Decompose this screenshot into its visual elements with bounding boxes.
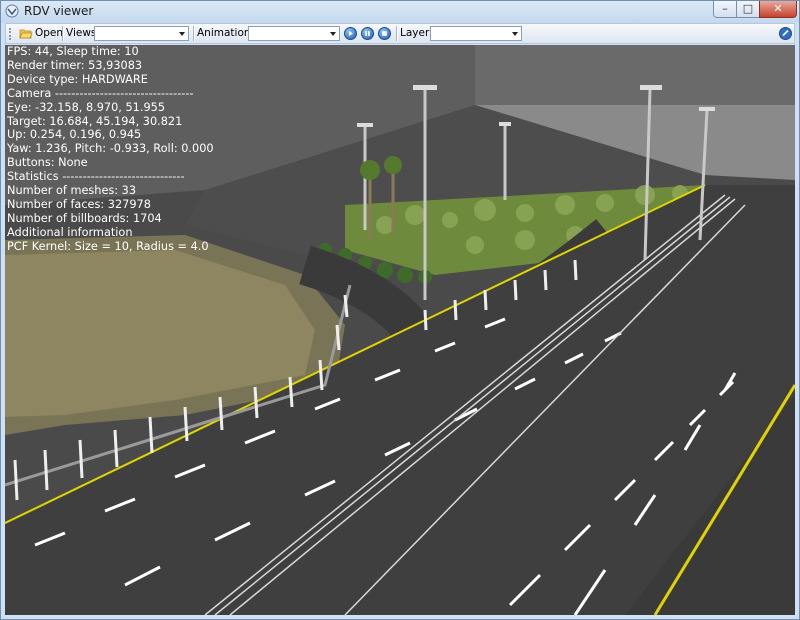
overlay-line-faces: Number of faces: 327978	[7, 197, 151, 211]
views-dropdown[interactable]	[94, 26, 189, 41]
chevron-down-icon	[512, 32, 518, 36]
open-button[interactable]: Open	[35, 27, 63, 39]
overlay-line-fps: FPS: 44, Sleep time: 10	[7, 45, 139, 58]
overlay-line-render-timer: Render timer: 53,93083	[7, 58, 143, 72]
toolbar-separator	[396, 26, 398, 41]
overlay-line-device-type: Device type: HARDWARE	[7, 72, 148, 86]
overlay-line-billboards: Number of billboards: 1704	[7, 211, 162, 225]
help-icon[interactable]	[779, 27, 792, 40]
app-icon	[5, 4, 19, 18]
toolbar-separator	[62, 26, 64, 41]
overlay-line-camera-header: Camera ---------------------------------…	[7, 86, 194, 100]
toolbar: Open Views: Animations: Layers:	[5, 23, 795, 44]
3d-viewport[interactable]: FPS: 44, Sleep time: 10 Render timer: 53…	[5, 45, 795, 615]
app-window: RDV viewer – □ ✕ Open Views: Animations:	[0, 0, 800, 620]
chevron-down-icon	[330, 32, 336, 36]
minimize-button[interactable]: –	[713, 1, 737, 18]
maximize-button[interactable]: □	[736, 1, 760, 18]
overlay-line-buttons: Buttons: None	[7, 156, 88, 170]
toolbar-separator	[193, 26, 195, 41]
layers-dropdown[interactable]	[430, 26, 522, 41]
overlay-line-meshes: Number of meshes: 33	[7, 184, 137, 198]
stop-icon	[382, 31, 387, 36]
toolbar-grip[interactable]	[9, 28, 13, 40]
overlay-line-eye: Eye: -32.158, 8.970, 51.955	[7, 100, 166, 114]
overlay-line-additional-info: Additional information	[7, 225, 133, 239]
overlay-line-statistics-header: Statistics -----------------------------…	[7, 170, 185, 184]
chevron-down-icon	[179, 32, 185, 36]
pause-button[interactable]	[361, 27, 374, 40]
play-button[interactable]	[344, 27, 357, 40]
overlay-line-up: Up: 0.254, 0.196, 0.945	[7, 128, 142, 142]
close-button[interactable]: ✕	[759, 1, 797, 18]
overlay-line-target: Target: 16.684, 45.194, 30.821	[7, 114, 183, 128]
title-bar[interactable]: RDV viewer – □ ✕	[1, 1, 799, 23]
animations-dropdown[interactable]	[248, 26, 340, 41]
play-icon	[349, 31, 353, 36]
debug-overlay: FPS: 44, Sleep time: 10 Render timer: 53…	[7, 45, 214, 254]
stop-button[interactable]	[378, 27, 391, 40]
pause-icon	[365, 31, 370, 36]
folder-open-icon	[19, 29, 33, 39]
window-title: RDV viewer	[24, 4, 94, 18]
overlay-line-pcf-kernel: PCF Kernel: Size = 10, Radius = 4.0	[7, 239, 209, 253]
overlay-line-yaw-pitch-roll: Yaw: 1.236, Pitch: -0.933, Roll: 0.000	[7, 142, 214, 156]
